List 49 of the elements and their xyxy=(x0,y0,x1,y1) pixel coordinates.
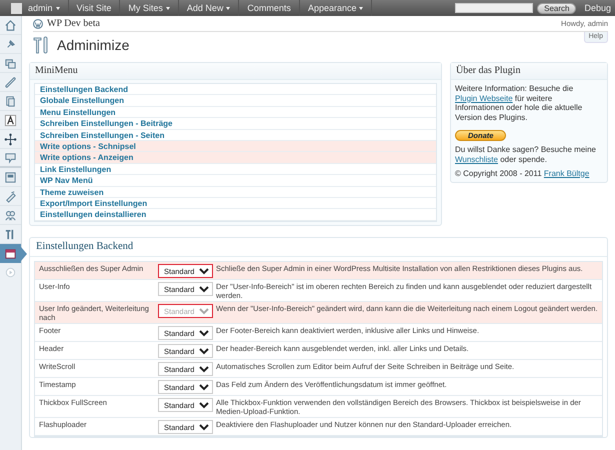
menu-link[interactable]: Schreiben Einstellungen - Beiträge xyxy=(35,118,436,130)
tools-icon xyxy=(33,36,49,54)
menu-link[interactable]: WP Nav Menü xyxy=(35,175,436,187)
panel-title: Über das Plugin xyxy=(451,63,607,80)
text-link[interactable]: Frank Bültge xyxy=(544,168,590,178)
comment-icon xyxy=(4,151,17,164)
admin-menu-item[interactable]: Visit Site xyxy=(68,0,120,16)
calendar-icon xyxy=(4,247,17,260)
debug-link[interactable]: Debug xyxy=(584,2,611,14)
avatar-icon xyxy=(11,2,22,14)
admin-menu-item[interactable]: My Sites xyxy=(120,0,179,16)
link-icon xyxy=(4,76,17,88)
menu-link[interactable]: Theme zuweisen xyxy=(35,186,436,198)
users-icon xyxy=(4,208,17,222)
menu-link[interactable]: Menu Einstellungen xyxy=(35,106,436,118)
letter-icon xyxy=(4,114,17,126)
admin-menu-item[interactable]: Comments xyxy=(239,0,300,16)
admin-menu-item[interactable]: Add New xyxy=(178,0,240,16)
menu-link[interactable]: Write options - Anzeigen xyxy=(35,152,436,164)
brush-icon xyxy=(4,190,17,202)
window-icon xyxy=(4,170,17,184)
collapse-icon xyxy=(4,266,17,279)
menu-link[interactable]: Link Einstellungen xyxy=(35,164,436,176)
search-button[interactable]: Search xyxy=(537,2,576,14)
search-field[interactable] xyxy=(455,3,534,13)
menu-link[interactable]: Einstellungen deinstallieren xyxy=(35,209,436,221)
copyright-text: © Copyright 2008 - 2011 Frank Bültge xyxy=(455,168,590,178)
panel-title: MiniMenu xyxy=(30,63,441,80)
thanks-text: Du willst Danke sagen? Besuche meine Wunschliste oder spende. xyxy=(455,145,597,165)
media-icon xyxy=(4,56,17,70)
pages-icon xyxy=(4,94,17,108)
panel-title: Einstellungen Backend xyxy=(30,238,607,258)
caret-icon xyxy=(226,6,230,10)
caret-icon xyxy=(166,6,170,10)
site-title[interactable]: WP Dev beta xyxy=(47,18,100,30)
menu-link[interactable]: Globale Einstellungen xyxy=(35,95,436,107)
home-icon xyxy=(4,18,17,32)
network-icon xyxy=(4,132,17,146)
text-link[interactable]: Plugin Webseite xyxy=(455,94,513,103)
logo-icon xyxy=(33,18,43,28)
caret-icon xyxy=(359,6,364,10)
menu-link[interactable]: Write options - Schnipsel xyxy=(35,140,436,152)
page-title: Adminimize xyxy=(57,36,130,54)
info-text: Weitere Information: Besuche die Plugin Webseite für weitere Informationen oder hole die aktuelle Version des Plugins. xyxy=(455,84,584,122)
admin-menu-item[interactable]: Appearance xyxy=(300,0,372,16)
text-link[interactable]: Wunschliste xyxy=(455,154,498,164)
menu-link[interactable]: Export/Import Einstellungen xyxy=(35,198,436,210)
caret-icon xyxy=(56,6,60,10)
menu-link[interactable]: Einstellungen Backend xyxy=(35,84,436,96)
